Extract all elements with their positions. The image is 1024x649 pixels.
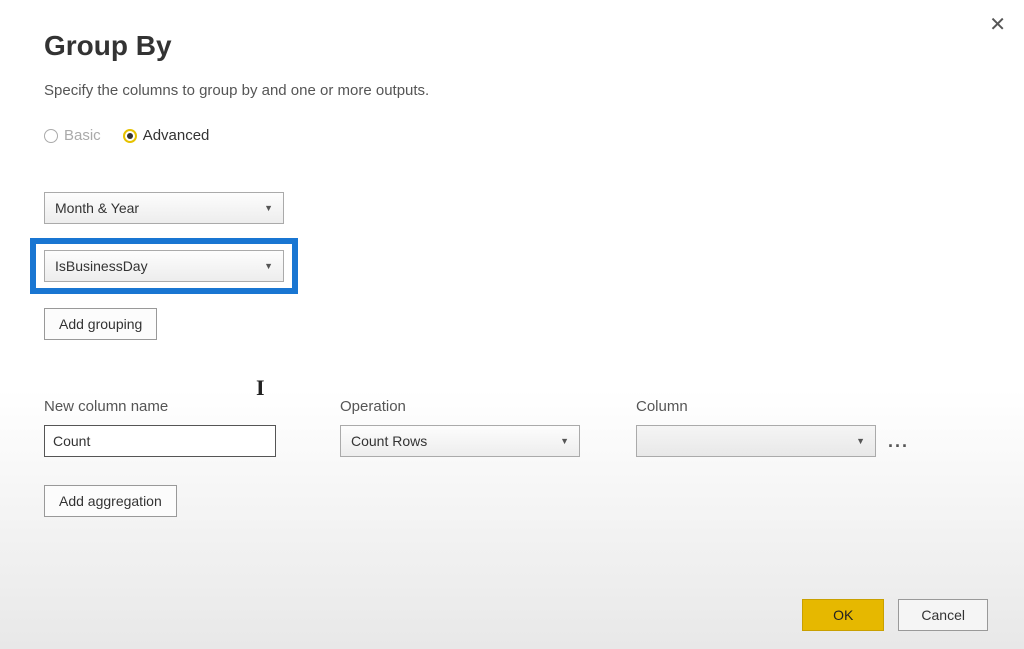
column-label: Column	[636, 398, 876, 415]
chevron-down-icon: ▼	[264, 203, 273, 213]
grouping-dropdown-1[interactable]: Month & Year ▼	[44, 192, 284, 224]
radio-basic[interactable]: Basic	[44, 127, 101, 144]
operation-label: Operation	[340, 398, 636, 415]
close-icon[interactable]: ✕	[989, 12, 1006, 37]
operation-value: Count Rows	[351, 433, 427, 449]
mode-radio-group: Basic Advanced	[44, 127, 980, 144]
operation-dropdown[interactable]: Count Rows ▼	[340, 425, 580, 457]
ok-button[interactable]: OK	[802, 599, 884, 631]
radio-advanced[interactable]: Advanced	[123, 127, 210, 144]
add-aggregation-button[interactable]: Add aggregation	[44, 485, 177, 517]
dialog-subtitle: Specify the columns to group by and one …	[44, 82, 980, 99]
radio-icon	[44, 129, 58, 143]
grouping-value-1: Month & Year	[55, 200, 139, 216]
text-cursor-icon: I	[256, 375, 265, 401]
add-grouping-button[interactable]: Add grouping	[44, 308, 157, 340]
grouping-value-2: IsBusinessDay	[55, 258, 148, 274]
dialog-footer: OK Cancel	[802, 599, 988, 631]
dialog-title: Group By	[44, 30, 980, 62]
grouping-dropdown-2[interactable]: IsBusinessDay ▼	[44, 250, 284, 282]
more-icon[interactable]: ...	[888, 431, 909, 452]
highlight-box: IsBusinessDay ▼	[30, 238, 298, 294]
chevron-down-icon: ▼	[264, 261, 273, 271]
new-column-name-label: New column name	[44, 398, 340, 415]
new-column-name-input[interactable]	[44, 425, 276, 457]
cancel-button[interactable]: Cancel	[898, 599, 988, 631]
radio-icon	[123, 129, 137, 143]
chevron-down-icon: ▼	[560, 436, 569, 446]
radio-basic-label: Basic	[64, 127, 101, 144]
chevron-down-icon: ▼	[856, 436, 865, 446]
radio-advanced-label: Advanced	[143, 127, 210, 144]
column-dropdown[interactable]: ▼	[636, 425, 876, 457]
